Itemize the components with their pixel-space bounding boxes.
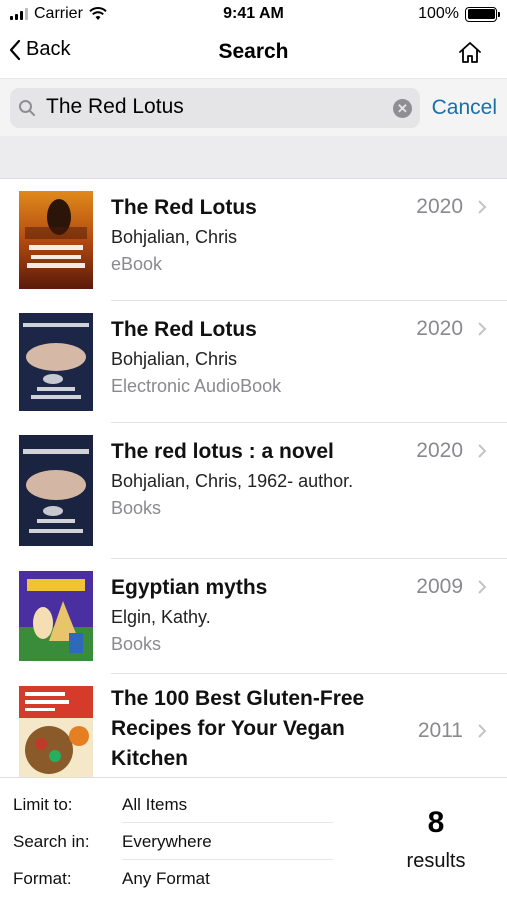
limit-to-label: Limit to: xyxy=(13,795,73,814)
result-year: 2011 xyxy=(417,719,463,742)
chevron-right-icon xyxy=(478,322,487,336)
results-count-label: results xyxy=(406,850,466,872)
search-in-row[interactable]: Search in: Everywhere xyxy=(13,823,333,860)
result-year: 2020 xyxy=(416,439,463,462)
clear-icon[interactable]: ✕ xyxy=(393,99,412,118)
book-cover-thumbnail xyxy=(19,686,93,777)
status-right: 100% xyxy=(418,5,500,23)
result-title: The Red Lotus xyxy=(111,196,257,219)
result-title: The red lotus : a novel xyxy=(111,440,334,463)
result-format: Electronic AudioBook xyxy=(111,376,282,396)
list-item[interactable]: Egyptian myths Elgin, Kathy. Books 2009 xyxy=(0,559,507,674)
format-row[interactable]: Format: Any Format xyxy=(13,860,333,897)
book-cover-thumbnail xyxy=(19,313,93,411)
chevron-right-icon xyxy=(478,724,487,738)
result-title: The Red Lotus xyxy=(111,318,257,341)
navigation-bar: Back Search xyxy=(0,30,507,78)
result-author: Bohjalian, Chris, 1962- author. xyxy=(111,471,354,491)
list-item[interactable]: The 100 Best Gluten-Free Recipes for You… xyxy=(0,674,507,777)
result-author: Elgin, Kathy. xyxy=(111,607,211,627)
result-year: 2009 xyxy=(416,575,463,598)
search-in-label: Search in: xyxy=(13,832,90,851)
results-list: The Red Lotus Bohjalian, Chris eBook 202… xyxy=(0,179,507,777)
search-field[interactable]: ✕ xyxy=(10,88,420,128)
search-input[interactable] xyxy=(46,95,386,119)
book-cover-thumbnail xyxy=(19,571,93,661)
list-item[interactable]: The Red Lotus Bohjalian, Chris eBook 202… xyxy=(0,179,507,301)
result-year: 2020 xyxy=(416,195,463,218)
chevron-right-icon xyxy=(478,444,487,458)
result-title: Egyptian myths xyxy=(111,576,268,599)
battery-icon xyxy=(465,6,500,22)
result-format: Books xyxy=(111,634,162,654)
chevron-right-icon xyxy=(478,580,487,594)
battery-percent: 100% xyxy=(418,5,459,22)
search-bar: ✕ Cancel xyxy=(0,78,507,136)
status-bar: Carrier 9:41 AM 100% xyxy=(0,0,507,30)
result-title: The 100 Best Gluten-Free Recipes for You… xyxy=(111,687,365,770)
format-value[interactable]: Any Format xyxy=(122,869,210,889)
section-header xyxy=(0,136,507,179)
cancel-button[interactable]: Cancel xyxy=(432,96,497,120)
result-format: Books xyxy=(111,498,162,518)
results-count: 8 xyxy=(427,806,445,839)
search-options-footer: Limit to: All Items Search in: Everywher… xyxy=(0,777,507,900)
result-author: Bohjalian, Chris xyxy=(111,349,238,369)
limit-to-value[interactable]: All Items xyxy=(122,795,187,815)
home-icon[interactable] xyxy=(457,40,483,66)
book-cover-thumbnail xyxy=(19,435,93,546)
list-item[interactable]: The Red Lotus Bohjalian, Chris Electroni… xyxy=(0,301,507,423)
result-year: 2020 xyxy=(416,317,463,340)
list-item[interactable]: The red lotus : a novel Bohjalian, Chris… xyxy=(0,423,507,559)
result-author: Bohjalian, Chris xyxy=(111,227,238,247)
book-cover-thumbnail xyxy=(19,191,93,289)
result-format: eBook xyxy=(111,254,163,274)
search-in-value[interactable]: Everywhere xyxy=(122,832,212,852)
search-icon xyxy=(19,100,35,116)
chevron-right-icon xyxy=(478,200,487,214)
limit-to-row[interactable]: Limit to: All Items xyxy=(13,786,333,823)
format-label: Format: xyxy=(13,869,72,888)
page-title: Search xyxy=(218,40,289,63)
